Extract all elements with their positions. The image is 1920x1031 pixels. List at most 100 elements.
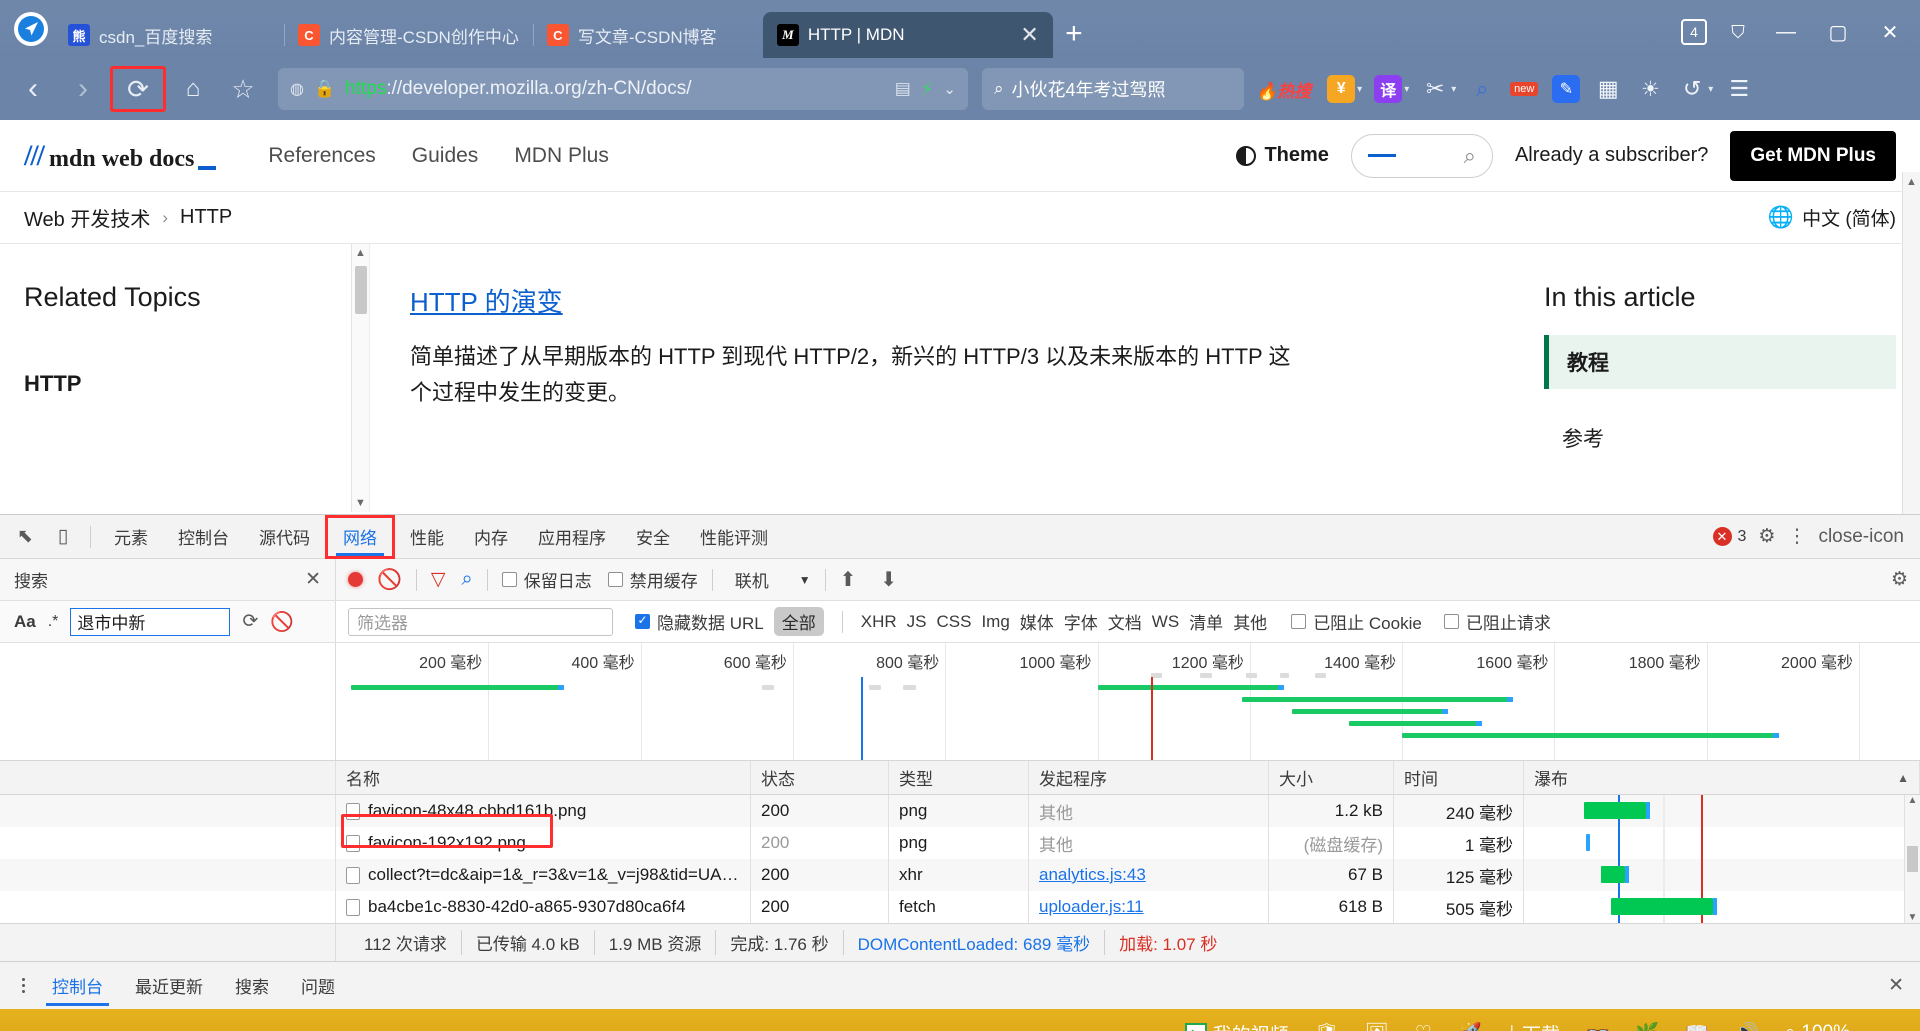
error-count[interactable]: ✕ 3: [1712, 527, 1746, 546]
tab-count-badge[interactable]: 4: [1674, 13, 1714, 51]
sidebar-item-http[interactable]: HTTP: [24, 371, 345, 397]
tab-close-icon[interactable]: ✕: [1020, 24, 1038, 46]
column-header-name[interactable]: 名称: [336, 761, 751, 794]
devtools-tab-performance[interactable]: 性能: [395, 515, 459, 559]
qr-icon[interactable]: ▤: [895, 79, 911, 99]
search-pane-close-icon[interactable]: ✕: [305, 568, 321, 591]
drawer-tab-issues[interactable]: 问题: [285, 962, 351, 1010]
shield-icon[interactable]: 🛡: [1315, 1021, 1339, 1031]
screenshot-scissors-icon[interactable]: ✂: [1415, 68, 1455, 110]
refresh-icon[interactable]: ⟳: [242, 610, 258, 633]
address-bar[interactable]: ◍ 🔒 https://developer.mozilla.org/zh-CN/…: [278, 68, 968, 110]
devtools-tab-sources[interactable]: 源代码: [244, 515, 325, 559]
undo-icon[interactable]: ↺: [1672, 68, 1712, 110]
taskbar-zoom[interactable]: ⌕ 100%: [1785, 1022, 1850, 1031]
tab-http-mdn[interactable]: M HTTP | MDN ✕: [762, 12, 1053, 58]
hot-search-label[interactable]: 🔥热搜: [1256, 77, 1311, 102]
brightness-icon[interactable]: ☀: [1630, 68, 1670, 110]
gear-icon[interactable]: ⚙: [1891, 568, 1908, 591]
scroll-down-icon[interactable]: ▼: [1908, 912, 1918, 923]
apps-grid-icon[interactable]: ▦: [1588, 68, 1628, 110]
rocket-icon[interactable]: 🚀: [1458, 1021, 1482, 1031]
hide-data-urls-checkbox[interactable]: 隐藏数据 URL: [635, 609, 764, 634]
home-button[interactable]: ⌂: [170, 66, 216, 112]
sort-ascending-icon[interactable]: ▲: [1897, 771, 1909, 785]
lightning-icon[interactable]: ⚡: [921, 79, 934, 100]
taskbar-downloads[interactable]: ⤓ 下载: [1508, 1020, 1560, 1031]
table-row[interactable]: ba4cbe1c-8830-42d0-a865-9307d80ca6f4 200 f…: [0, 891, 1920, 923]
heart-pulse-icon[interactable]: ♡: [1415, 1022, 1432, 1031]
drawer-tab-search[interactable]: 搜索: [219, 962, 285, 1010]
theme-toggle[interactable]: Theme: [1236, 144, 1329, 167]
scroll-up-icon[interactable]: ▲: [1906, 172, 1917, 192]
window-maximize-button[interactable]: ▢: [1814, 12, 1862, 52]
blocked-cookies-checkbox[interactable]: 已阻止 Cookie: [1291, 609, 1422, 634]
breadcrumb-item-http[interactable]: HTTP: [180, 206, 232, 229]
column-header-initiator[interactable]: 发起程序: [1029, 761, 1269, 794]
devtools-tab-network[interactable]: 网络: [325, 514, 395, 559]
back-button[interactable]: ‹: [10, 66, 56, 112]
search-icon[interactable]: ⌕: [462, 568, 473, 591]
gear-icon[interactable]: ⚙: [1758, 525, 1775, 548]
tab-csdn-content-manage[interactable]: C 内容管理-CSDN创作中心: [284, 12, 533, 58]
table-row[interactable]: collect?t=dc&aip=1&_r=3&v=1&_v=j98&tid=U…: [0, 859, 1920, 891]
filter-type-img[interactable]: Img: [981, 612, 1009, 632]
column-header-type[interactable]: 类型: [889, 761, 1029, 794]
filter-type-font[interactable]: 字体: [1064, 609, 1098, 634]
record-dot-icon[interactable]: [348, 572, 363, 587]
filter-funnel-icon[interactable]: ▽: [431, 568, 446, 591]
blocked-requests-checkbox[interactable]: 已阻止请求: [1443, 609, 1551, 634]
drawer-tab-console[interactable]: 控制台: [36, 962, 119, 1010]
drawer-tab-whats-new[interactable]: 最近更新: [119, 962, 219, 1010]
column-header-waterfall[interactable]: 瀑布 ▲: [1524, 761, 1920, 794]
sidebar-scrollbar[interactable]: ▲ ▼: [351, 244, 369, 512]
new-tab-button[interactable]: +: [1053, 13, 1095, 55]
reload-button[interactable]: ⟳: [110, 66, 166, 112]
devtools-tab-console[interactable]: 控制台: [163, 515, 244, 559]
nav-guides[interactable]: Guides: [412, 144, 479, 168]
glasses-icon[interactable]: 👓: [1586, 1021, 1610, 1031]
filter-type-css[interactable]: CSS: [936, 612, 971, 632]
menu-icon[interactable]: ☰: [1719, 68, 1759, 110]
new-badge-icon[interactable]: new: [1504, 68, 1544, 110]
devtools-tab-application[interactable]: 应用程序: [523, 515, 621, 559]
filter-type-xhr[interactable]: XHR: [861, 612, 897, 632]
filter-type-all[interactable]: 全部: [773, 607, 824, 636]
filter-type-doc[interactable]: 文档: [1108, 609, 1142, 634]
column-header-time[interactable]: 时间: [1394, 761, 1524, 794]
match-case-toggle[interactable]: Aa: [14, 612, 36, 632]
pen-icon[interactable]: ✎: [1546, 68, 1586, 110]
subscriber-link[interactable]: Already a subscriber?: [1515, 144, 1708, 167]
scrollbar-thumb[interactable]: [1907, 846, 1918, 872]
table-row[interactable]: favicon-192x192.png 200 png 其他 (磁盘缓存) 1 毫秒: [0, 827, 1920, 859]
scrollbar-thumb[interactable]: [354, 266, 367, 314]
filter-type-ws[interactable]: WS: [1152, 612, 1179, 632]
volume-icon[interactable]: 🔊: [1735, 1021, 1759, 1031]
devtools-tab-elements[interactable]: 元素: [99, 515, 163, 559]
forward-button[interactable]: ›: [60, 66, 106, 112]
search-box[interactable]: ⌕ 小伙花4年考过驾照: [982, 68, 1244, 110]
chevron-down-icon[interactable]: ⌄: [943, 80, 956, 98]
clear-prohibited-icon[interactable]: 🚫: [270, 610, 294, 634]
window-close-button[interactable]: ✕: [1866, 12, 1914, 52]
preserve-log-checkbox[interactable]: 保留日志: [501, 567, 592, 592]
initiator-value[interactable]: analytics.js:43: [1039, 865, 1146, 885]
filter-type-media[interactable]: 媒体: [1020, 609, 1054, 634]
toc-item-tutorial[interactable]: 教程: [1544, 335, 1896, 389]
scroll-up-icon[interactable]: ▲: [355, 244, 366, 262]
close-icon[interactable]: close-icon: [1818, 526, 1904, 548]
article-link-http-evolution[interactable]: HTTP 的演变: [410, 287, 563, 317]
clear-prohibited-icon[interactable]: 🚫: [377, 567, 402, 592]
search-input[interactable]: 小伙花4年考过驾照: [1012, 76, 1166, 102]
bookmark-star-icon[interactable]: ☆: [220, 66, 266, 112]
window-minimize-button[interactable]: —: [1762, 12, 1810, 52]
table-scrollbar[interactable]: ▲ ▼: [1904, 795, 1920, 923]
toc-item-reference[interactable]: 参考: [1544, 411, 1896, 465]
upload-arrow-icon[interactable]: ⬆: [840, 567, 857, 592]
magnifier-icon[interactable]: ⌕: [1462, 68, 1502, 110]
download-arrow-icon[interactable]: ⬇: [880, 567, 897, 592]
locale-switcher[interactable]: 🌐 中文 (简体): [1768, 204, 1896, 231]
translate-icon[interactable]: 译: [1368, 68, 1408, 110]
get-mdn-plus-button[interactable]: Get MDN Plus: [1730, 130, 1896, 181]
kebab-icon[interactable]: ⋮: [1787, 525, 1806, 548]
